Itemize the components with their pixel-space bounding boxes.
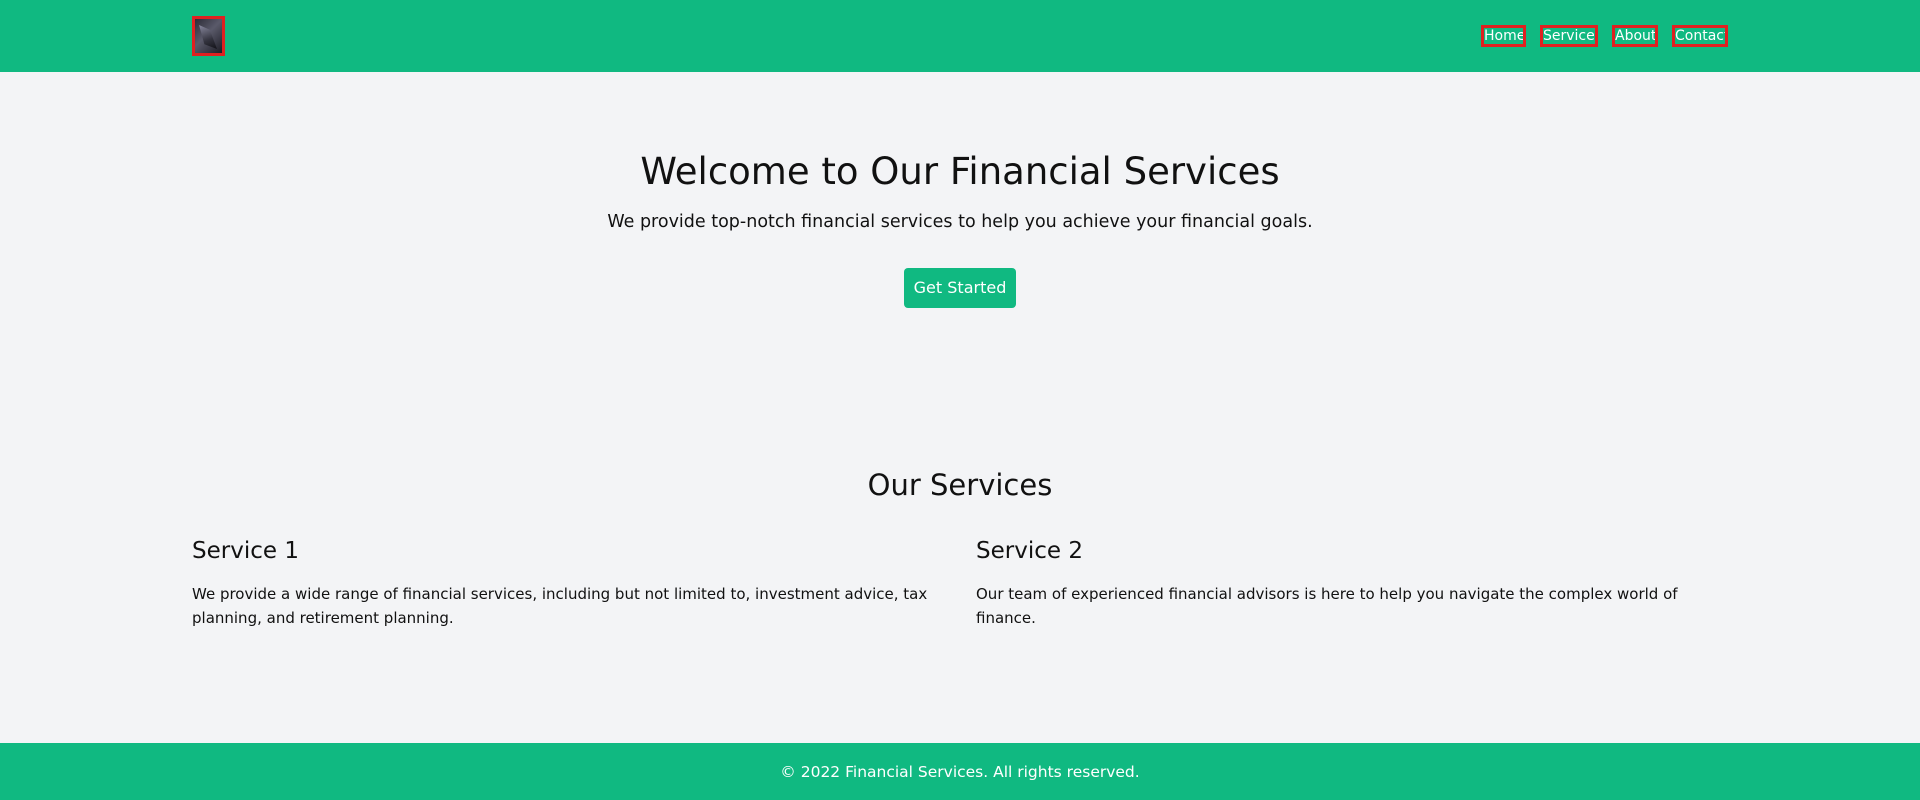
service-title: Service 2	[976, 538, 1083, 564]
nav-link-about[interactable]: About	[1612, 25, 1658, 47]
service-title: Service 1	[192, 538, 299, 564]
nav-link-services[interactable]: Services	[1540, 25, 1598, 47]
service-card-1: Service 1 We provide a wide range of fin…	[192, 538, 952, 630]
logo-shape	[199, 25, 217, 49]
hero-title: Welcome to Our Financial Services	[640, 150, 1280, 193]
hero-subtitle: We provide top-notch financial services …	[607, 212, 1313, 232]
site-footer: © 2022 Financial Services. All rights re…	[0, 743, 1920, 800]
page: Home Services About Contact Welcome to O…	[0, 0, 1920, 800]
logo-image[interactable]	[192, 16, 225, 56]
services-title: Our Services	[867, 468, 1053, 502]
get-started-button[interactable]: Get Started	[904, 268, 1016, 308]
service-description: Our team of experienced financial adviso…	[976, 585, 1678, 627]
footer-copyright: © 2022 Financial Services. All rights re…	[780, 763, 1140, 781]
site-header: Home Services About Contact	[0, 0, 1920, 72]
service-description: We provide a wide range of financial ser…	[192, 585, 928, 627]
nav-link-contact[interactable]: Contact	[1672, 25, 1728, 47]
service-card-2: Service 2 Our team of experienced financ…	[976, 538, 1716, 630]
nav-link-home[interactable]: Home	[1481, 25, 1526, 47]
